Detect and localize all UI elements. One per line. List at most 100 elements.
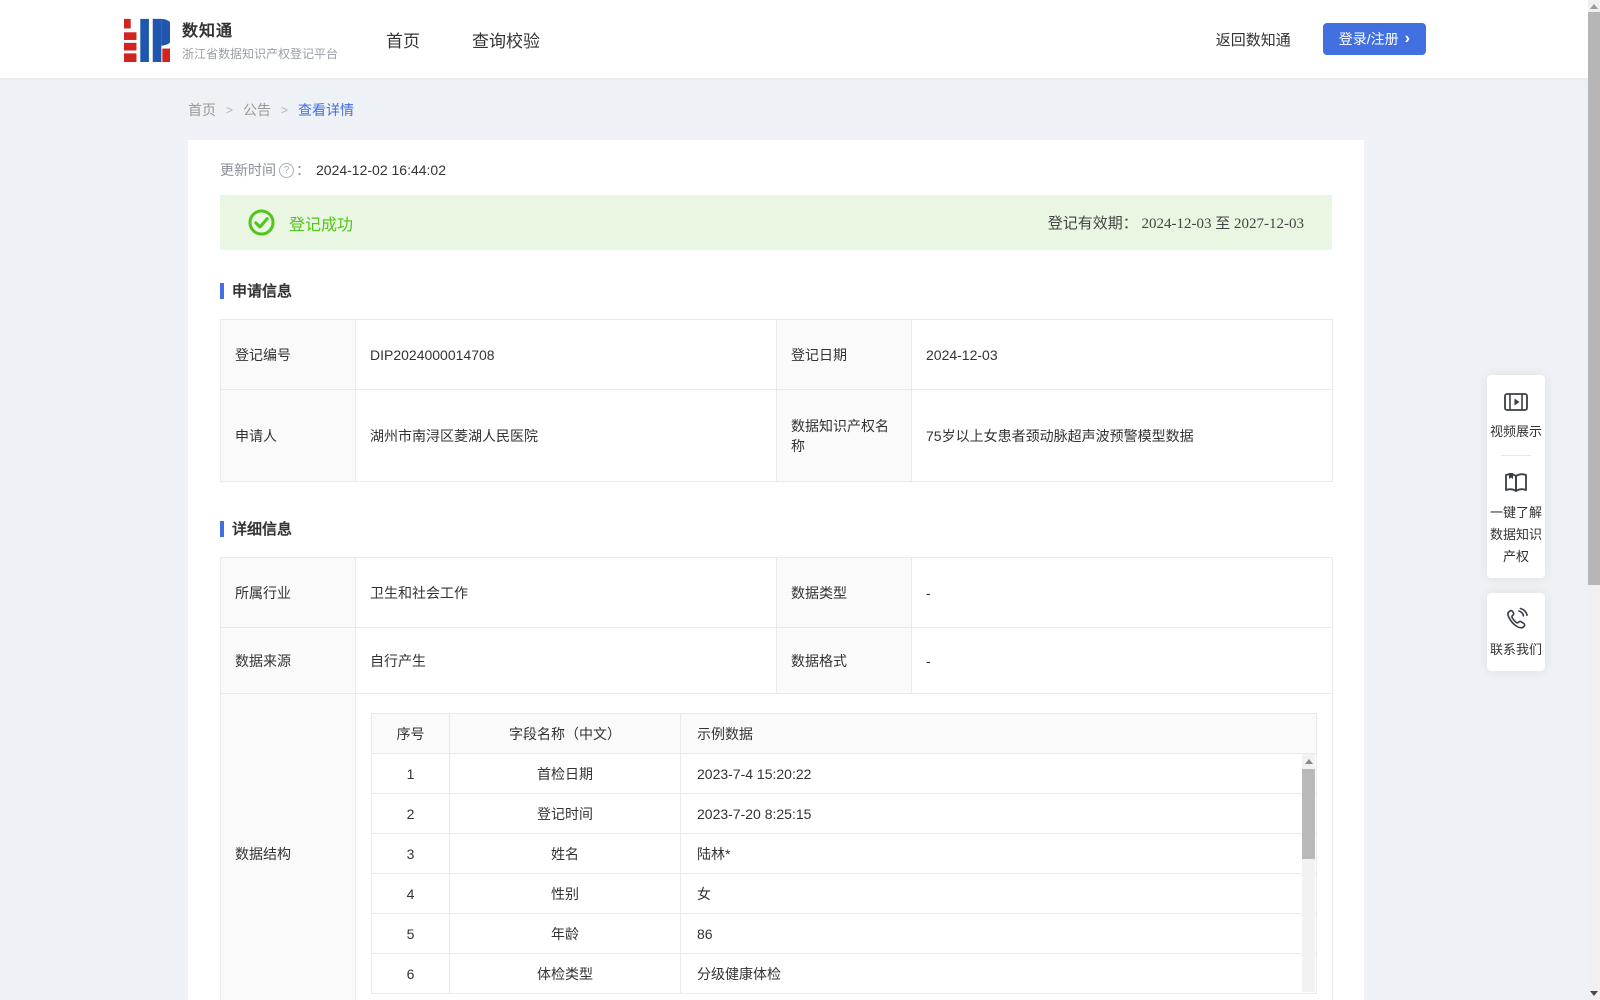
- applicant-value: 湖州市南浔区菱湖人民医院: [355, 389, 777, 482]
- seq-cell: 4: [371, 873, 450, 914]
- seq-cell: 3: [371, 833, 450, 874]
- reg-number-label: 登记编号: [220, 319, 356, 390]
- section-bar: [220, 520, 224, 537]
- table-row: 3 姓名 陆林*: [371, 833, 1317, 874]
- video-icon: [1504, 393, 1528, 411]
- chevron-right-icon: ›: [1404, 30, 1410, 47]
- breadcrumb-announcement[interactable]: 公告: [243, 100, 271, 120]
- detail-info-table: 所属行业 卫生和社会工作 数据类型 - 数据来源 自行产生 数据格式 - 数据结…: [220, 557, 1333, 1000]
- data-source-value: 自行产生: [355, 627, 777, 694]
- video-widget-label: 视频展示: [1489, 424, 1542, 439]
- breadcrumb-home[interactable]: 首页: [188, 100, 216, 120]
- data-format-label: 数据格式: [776, 627, 912, 694]
- breadcrumb-separator-icon: >: [226, 103, 234, 117]
- col-seq: 序号: [371, 713, 450, 754]
- login-register-button[interactable]: 登录/注册 ›: [1322, 23, 1426, 55]
- banner-status: 登记成功: [248, 209, 353, 236]
- reg-number-value: DIP2024000014708: [355, 319, 777, 390]
- field-name-cell: 体检类型: [449, 953, 681, 994]
- field-name-cell: 姓名: [449, 833, 681, 874]
- guide-widget[interactable]: 一键了解数据知识产权: [1487, 470, 1545, 578]
- seq-cell: 2: [371, 793, 450, 834]
- table-row: 6 体检类型 分级健康体检: [371, 953, 1317, 994]
- table-header-row: 序号 字段名称（中文） 示例数据: [371, 713, 1317, 754]
- table-row: 5 年龄 86: [371, 913, 1317, 954]
- seq-cell: 1: [371, 753, 450, 794]
- industry-label: 所属行业: [220, 557, 356, 628]
- book-icon: [1505, 473, 1527, 492]
- field-name-cell: 年龄: [449, 913, 681, 954]
- data-ip-name-label: 数据知识产权名称: [776, 389, 912, 482]
- data-format-value: -: [911, 627, 1333, 694]
- inner-table-scrollbar: [1302, 754, 1315, 992]
- section-bar: [220, 282, 224, 299]
- update-time-value: 2024-12-02 16:44:02: [316, 162, 446, 178]
- data-structure-table: 序号 字段名称（中文） 示例数据 1 首检日期 2023-7-4 15:20:2…: [371, 713, 1317, 994]
- detail-info-section-title: 详细信息: [220, 518, 1332, 539]
- scrollbar-down-arrow-icon[interactable]: [1590, 991, 1598, 996]
- video-widget[interactable]: 视频展示: [1487, 389, 1545, 453]
- login-register-label: 登录/注册: [1338, 31, 1399, 47]
- sample-data-cell: 分级健康体检: [680, 953, 1317, 994]
- update-time-row: 更新时间 ? ： 2024-12-02 16:44:02: [220, 158, 1332, 182]
- logo[interactable]: 数知通 浙江省数据知识产权登记平台: [124, 16, 338, 62]
- inner-scrollbar-thumb[interactable]: [1302, 769, 1315, 859]
- validity-label: 登记有效期：: [1047, 216, 1138, 232]
- apply-info-title-text: 申请信息: [232, 283, 293, 300]
- logo-text: 数知通 浙江省数据知识产权登记平台: [182, 17, 338, 62]
- table-row: 1 首检日期 2023-7-4 15:20:22: [371, 753, 1317, 794]
- data-source-label: 数据来源: [220, 627, 356, 694]
- data-type-label: 数据类型: [776, 557, 912, 628]
- validity-value: 2024-12-03 至 2027-12-03: [1141, 216, 1304, 232]
- scrollbar-up-arrow-icon[interactable]: [1590, 4, 1598, 9]
- nav-item-home[interactable]: 首页: [386, 27, 420, 52]
- sample-data-cell: 2023-7-4 15:20:22: [680, 753, 1317, 794]
- table-row: 申请人 湖州市南浔区菱湖人民医院 数据知识产权名称 75岁以上女患者颈动脉超声波…: [220, 389, 1333, 482]
- data-ip-name-value: 75岁以上女患者颈动脉超声波预警模型数据: [911, 389, 1333, 482]
- table-row: 数据来源 自行产生 数据格式 -: [220, 627, 1333, 694]
- update-time-colon: ：: [296, 162, 310, 178]
- logo-subtitle: 浙江省数据知识产权登记平台: [182, 46, 339, 61]
- col-sample-data: 示例数据: [680, 713, 1317, 754]
- page-scrollbar-thumb[interactable]: [1588, 12, 1600, 585]
- scrollbar-up-arrow-icon[interactable]: [1305, 759, 1313, 764]
- contact-widget-label: 联系我们: [1489, 642, 1542, 657]
- table-row: 4 性别 女: [371, 873, 1317, 914]
- guide-widget-label: 一键了解数据知识产权: [1489, 505, 1542, 564]
- back-to-shuzhitong-link[interactable]: 返回数知通: [1216, 29, 1291, 50]
- sample-data-cell: 女: [680, 873, 1317, 914]
- reg-date-value: 2024-12-03: [911, 319, 1333, 390]
- field-name-cell: 首检日期: [449, 753, 681, 794]
- field-name-cell: 性别: [449, 873, 681, 914]
- registration-success-banner: 登记成功 登记有效期： 2024-12-03 至 2027-12-03: [220, 195, 1332, 250]
- main-nav: 首页 查询校验: [386, 27, 540, 52]
- apply-info-section-title: 申请信息: [220, 280, 1332, 301]
- data-structure-table-wrap: 序号 字段名称（中文） 示例数据 1 首检日期 2023-7-4 15:20:2…: [371, 713, 1317, 994]
- table-row: 数据结构 序号 字段名称（中文） 示例数据 1 首检日期 2023-7-4 15…: [220, 693, 1333, 1000]
- field-name-cell: 登记时间: [449, 793, 681, 834]
- detail-info-title-text: 详细信息: [232, 521, 293, 538]
- detail-card: 更新时间 ? ： 2024-12-02 16:44:02 登记成功 登记有效期：…: [188, 140, 1364, 1000]
- data-structure-cell: 序号 字段名称（中文） 示例数据 1 首检日期 2023-7-4 15:20:2…: [355, 693, 1333, 1000]
- reg-date-label: 登记日期: [776, 319, 912, 390]
- update-time-label: 更新时间: [220, 162, 276, 178]
- floating-widget-group: 视频展示 一键了解数据知识产权: [1487, 375, 1545, 578]
- page-scrollbar: [1588, 0, 1600, 1000]
- seq-cell: 5: [371, 913, 450, 954]
- header-right: 返回数知通 登录/注册 ›: [1216, 23, 1426, 55]
- phone-icon: [1507, 607, 1528, 629]
- divider: [1501, 455, 1531, 456]
- table-row: 2 登记时间 2023-7-20 8:25:15: [371, 793, 1317, 834]
- contact-widget[interactable]: 联系我们: [1487, 593, 1545, 671]
- status-text: 登记成功: [289, 216, 354, 234]
- nav-item-query-verify[interactable]: 查询校验: [472, 27, 540, 52]
- check-circle-icon: [248, 209, 275, 236]
- logo-title: 数知通: [182, 22, 234, 40]
- sample-data-cell: 86: [680, 913, 1317, 954]
- logo-icon: [124, 18, 170, 62]
- data-type-value: -: [911, 557, 1333, 628]
- data-structure-label: 数据结构: [220, 693, 356, 1000]
- help-icon[interactable]: ?: [279, 162, 294, 178]
- col-field-name: 字段名称（中文）: [449, 713, 681, 754]
- breadcrumb-current: 查看详情: [298, 102, 355, 118]
